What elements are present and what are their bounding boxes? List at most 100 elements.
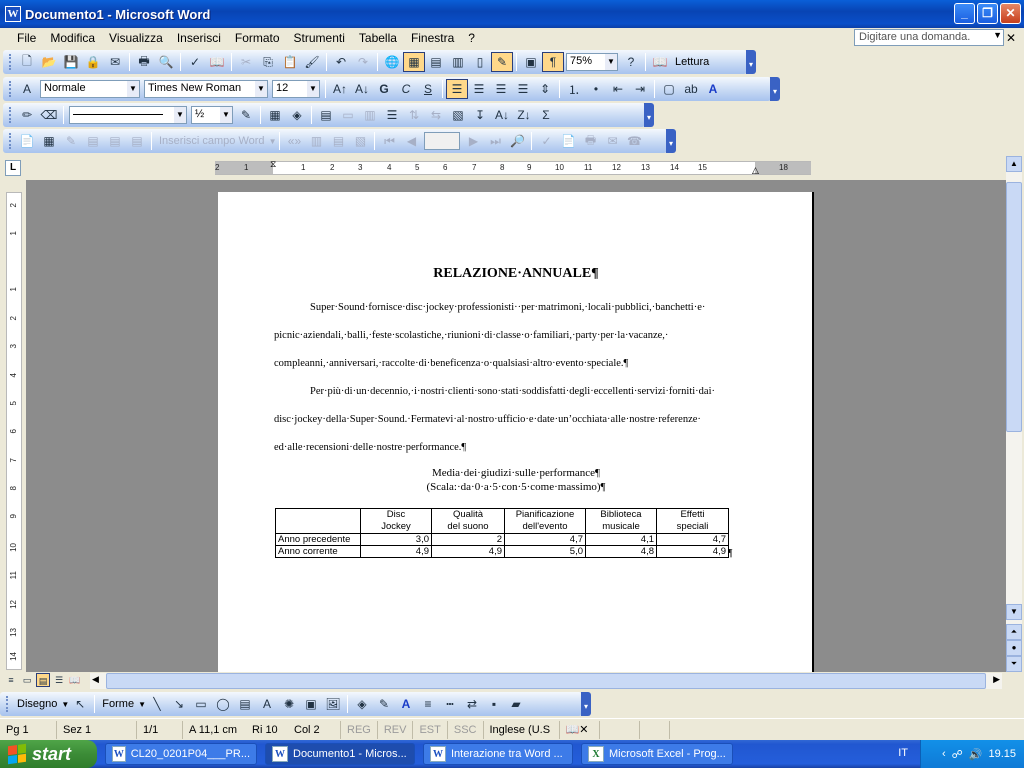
permission-icon[interactable]: 🔒 [82,52,104,72]
table-caption-scale[interactable]: (Scala:·da·0·a·5·con·5·come·massimo)¶ [218,480,814,494]
first-line-indent-marker[interactable]: ⧖ [270,159,276,170]
format-painter-icon[interactable]: 🖌 [301,52,323,72]
status-language[interactable]: Inglese (U.S [482,720,559,739]
align-right-icon[interactable]: ☰ [490,79,512,99]
merge-printer-icon[interactable]: 🖶 [579,131,601,151]
help-icon[interactable]: ? [620,52,642,72]
align-cell-icon[interactable]: ☰ [381,105,403,125]
line-style-select[interactable]: ▼ [69,106,187,124]
align-left-icon[interactable]: ☰ [446,79,468,99]
shading-color-icon[interactable]: ◈ [286,105,308,125]
new-document-icon[interactable]: 🗋 [16,52,38,72]
taskbar-item[interactable]: W CL20_0201P04___PR... [105,743,257,765]
spelling-status-icon[interactable]: 📖✕ [558,720,599,739]
diagram-icon[interactable]: ✺ [278,694,300,714]
toolbar-grip[interactable] [6,696,9,712]
scroll-down-icon[interactable]: ▼ [1006,604,1022,620]
toolbar-grip[interactable] [9,133,12,149]
print-layout-icon[interactable]: ▤ [36,673,50,687]
style-select[interactable]: Normale ▼ [40,80,140,98]
copy-icon[interactable]: ⎘ [257,52,279,72]
merge-new-document-icon[interactable]: 📄 [557,131,579,151]
table-cell[interactable]: 4,9 [656,545,729,558]
taskbar-item[interactable]: W Interazione tra Word ... [423,743,573,765]
tab-selector[interactable]: L [5,160,21,176]
redo-icon[interactable]: ↷ [352,52,374,72]
start-button[interactable]: start [0,740,97,768]
table-header[interactable]: Pianificazione dell'evento [504,508,586,534]
shadow-style-icon[interactable]: ▪ [483,694,505,714]
table-cell[interactable]: 5,0 [504,545,586,558]
chevron-down-icon[interactable]: ▼ [269,137,277,146]
menu-file[interactable]: File [10,31,43,45]
record-number-input[interactable] [424,132,461,150]
performance-table[interactable]: Disc Jockey Qualità del suono Pianificazio… [275,508,729,558]
rectangle-icon[interactable]: ▭ [190,694,212,714]
recipients-icon[interactable]: ✎ [60,131,82,151]
paragraph-2[interactable]: Per·più·di·un·decennio,·i·nostri·clienti… [274,378,764,462]
arrow-style-icon[interactable]: ⇄ [461,694,483,714]
status-overtype[interactable]: SSC [446,720,483,739]
merge-cells-icon[interactable]: ▭ [337,105,359,125]
italic-icon[interactable]: C [395,79,417,99]
print-preview-icon[interactable]: 🔍 [155,52,177,72]
table-header-empty[interactable] [275,508,361,534]
horizontal-scrollbar[interactable]: ◀ ▶ [90,673,1002,689]
normal-view-icon[interactable]: ≡ [4,673,18,687]
paragraph-1[interactable]: Super·Sound·fornisce·disc·jockey·profess… [274,294,764,378]
reading-layout-icon[interactable]: 📖 [649,52,671,72]
line-spacing-icon[interactable]: ⇕ [534,79,556,99]
ruler-strip[interactable]: 2 1 1 2 3 4 5 6 7 8 9 10 11 12 13 14 15 … [215,159,811,176]
reading-layout-view-icon[interactable]: 📖 [68,673,82,687]
tables-borders-icon[interactable]: ▦ [403,52,425,72]
table-header[interactable]: Biblioteca musicale [585,508,657,534]
status-extend[interactable]: EST [412,720,446,739]
sort-ascending-icon[interactable]: A↓ [491,105,513,125]
table-cell[interactable]: 2 [431,533,505,546]
show-hide-pilcrow-icon[interactable]: ¶ [542,52,564,72]
bold-icon[interactable]: G [373,79,395,99]
insert-address-block-icon[interactable]: ▤ [82,131,104,151]
font-select[interactable]: Times New Roman ▼ [144,80,268,98]
table-caption-title[interactable]: Media·dei·giudizi·sulle·performance¶ [218,466,814,480]
toolbar-options-icon[interactable]: ▾ [746,50,756,74]
outline-view-icon[interactable]: ☰ [52,673,66,687]
underline-icon[interactable]: S [417,79,439,99]
toolbar-options-icon[interactable]: ▾ [644,103,654,127]
clock[interactable]: 19.15 [988,748,1016,760]
open-data-source-icon[interactable]: ▦ [38,131,60,151]
split-cells-icon[interactable]: ▥ [359,105,381,125]
match-fields-icon[interactable]: ▤ [327,131,349,151]
restore-button[interactable]: ❐ [977,3,998,24]
eraser-icon[interactable]: ⌫ [38,105,60,125]
chevron-down-icon[interactable]: ▼ [127,81,139,97]
table-cell[interactable]: 4,7 [504,533,586,546]
highlight-fields-icon[interactable]: ▥ [305,131,327,151]
line-color-icon[interactable]: ✎ [373,694,395,714]
line-style-icon[interactable]: ≡ [417,694,439,714]
justify-icon[interactable]: ☰ [512,79,534,99]
oval-icon[interactable]: ◯ [212,694,234,714]
taskbar-item[interactable]: X Microsoft Excel - Prog... [581,743,733,765]
insert-table-icon[interactable]: ▤ [425,52,447,72]
table-cell[interactable]: 4,1 [585,533,657,546]
drawing-icon[interactable]: ✎ [491,52,513,72]
right-indent-marker[interactable]: △ [752,165,759,176]
font-size-select[interactable]: 12 ▼ [272,80,320,98]
picture-icon[interactable]: 🖼 [322,694,344,714]
table-header[interactable]: Disc Jockey [360,508,432,534]
next-record-icon[interactable]: ▶ [462,131,484,151]
save-icon[interactable]: 💾 [60,52,82,72]
web-layout-icon[interactable]: ▭ [20,673,34,687]
autoshapes-button[interactable]: Forme [98,698,138,710]
dash-style-icon[interactable]: ┅ [439,694,461,714]
align-center-icon[interactable]: ☰ [468,79,490,99]
insert-merge-fields-icon[interactable]: ▤ [126,131,148,151]
menu-inserisci[interactable]: Inserisci [170,31,228,45]
email-icon[interactable]: ✉ [104,52,126,72]
undo-icon[interactable]: ↶ [330,52,352,72]
browse-object-icon[interactable]: ● [1006,640,1022,656]
table-autoformat-icon[interactable]: ▧ [447,105,469,125]
reading-button[interactable]: Lettura [671,56,713,68]
word-app-icon[interactable]: W [5,6,21,22]
